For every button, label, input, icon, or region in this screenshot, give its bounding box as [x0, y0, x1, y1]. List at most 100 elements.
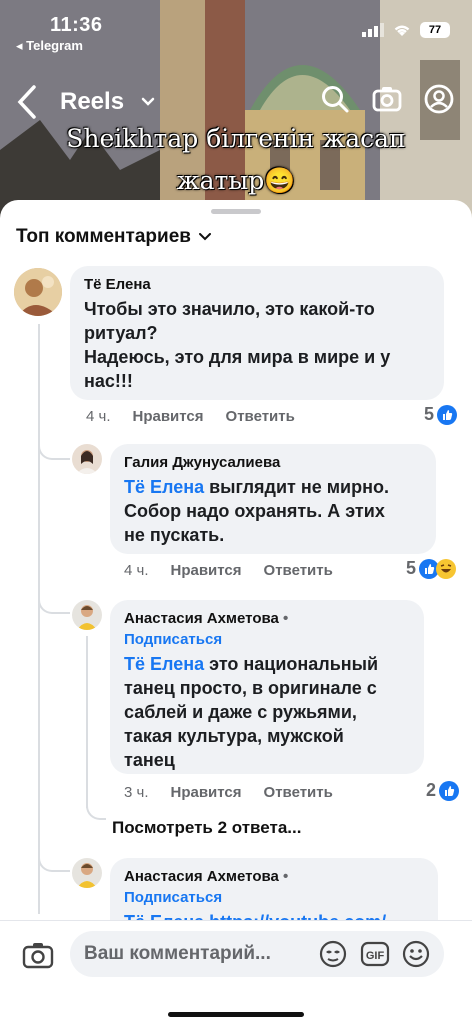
- comment-text: Тё Елена это национальный танец просто, …: [124, 652, 410, 772]
- comment-bubble[interactable]: Галия Джунусалиева Тё Елена выглядит не …: [110, 444, 436, 554]
- sort-comments-dropdown[interactable]: Топ комментариев: [16, 226, 211, 248]
- reel-caption-overlay: Sheikhтар білгенін жасап жатыр😄: [0, 118, 472, 202]
- reaction-count[interactable]: 5: [424, 404, 458, 425]
- reply-button[interactable]: Ответить: [264, 784, 333, 801]
- reaction-number: 5: [406, 558, 417, 578]
- comment-text-line: саблей и даже с ружьями,: [124, 702, 357, 722]
- like-button[interactable]: Нравится: [171, 562, 242, 579]
- thread-connector: [38, 590, 70, 614]
- comment-author[interactable]: Галия Джунусалиева: [124, 454, 422, 471]
- status-icons: 77: [362, 22, 450, 38]
- comment-text: Чтобы это значило, это какой-то ритуал? …: [84, 297, 430, 393]
- mention-link[interactable]: Тё Елена: [124, 654, 204, 674]
- comment-text-fragment: выглядит не мирно.: [204, 477, 389, 497]
- status-bar: 11:36 ◂ Telegram 77: [0, 0, 472, 56]
- thread-connector: [86, 800, 106, 820]
- camera-icon[interactable]: [22, 941, 54, 969]
- like-reaction-icon: [439, 780, 460, 801]
- comment-author[interactable]: Анастасия Ахметова •: [124, 610, 410, 627]
- comment-time: 4 ч.: [86, 408, 111, 425]
- follow-button[interactable]: Подписаться: [124, 631, 410, 648]
- mention-link[interactable]: Тё Елена: [124, 477, 204, 497]
- follow-button[interactable]: Подписаться: [124, 889, 424, 906]
- svg-text:GIF: GIF: [366, 950, 385, 962]
- comment-text-line: Тё Елена выглядит не мирно.: [124, 475, 422, 499]
- reply-button[interactable]: Ответить: [226, 408, 295, 425]
- comments-list: Тё Елена Чтобы это значило, это какой-то…: [0, 266, 472, 920]
- comment-text-line: танец: [124, 750, 175, 770]
- caption-line-1: Sheikhтар білгенін жасап: [66, 124, 406, 153]
- avatar[interactable]: [72, 600, 102, 630]
- haha-reaction-icon: [436, 558, 457, 579]
- sheet-title: Топ комментариев: [16, 226, 191, 247]
- chevron-down-icon: [198, 233, 211, 241]
- comment-bubble[interactable]: Анастасия Ахметова • Подписаться Тё Елен…: [110, 858, 438, 920]
- comment-actions: 4 ч. Нравится Ответить: [86, 408, 295, 425]
- emoji-icon[interactable]: [402, 940, 430, 968]
- input-actions: GIF: [318, 940, 430, 968]
- avatar-sticker-icon[interactable]: [318, 940, 348, 968]
- like-button[interactable]: Нравится: [171, 784, 242, 801]
- comment-actions: 3 ч. Нравится Ответить: [124, 784, 333, 801]
- reels-title[interactable]: Reels: [60, 88, 124, 116]
- sheet-grabber[interactable]: [211, 209, 261, 214]
- reaction-count[interactable]: 5: [406, 558, 457, 579]
- reply-button[interactable]: Ответить: [264, 562, 333, 579]
- comment-time: 4 ч.: [124, 562, 149, 579]
- search-icon[interactable]: [320, 84, 350, 114]
- chevron-down-icon[interactable]: [140, 88, 156, 116]
- comment-text-line: Собор надо охранять. А этих: [124, 501, 385, 521]
- comment-text-line: такая культура, мужской: [124, 726, 344, 746]
- comment-input[interactable]: [84, 931, 304, 977]
- comment-text-line: Тё Елена это национальный: [124, 652, 410, 676]
- separator-dot: •: [283, 610, 289, 627]
- wifi-icon: [394, 25, 410, 36]
- comment-text-line: не пускать.: [124, 525, 225, 545]
- thread-connector: [38, 848, 70, 872]
- view-replies-link[interactable]: Посмотреть 2 ответа...: [112, 818, 301, 838]
- avatar[interactable]: [72, 858, 102, 888]
- reaction-count[interactable]: 2: [426, 780, 460, 801]
- reaction-number: 2: [426, 780, 437, 800]
- comment-author-name[interactable]: Анастасия Ахметова: [124, 610, 279, 627]
- home-indicator[interactable]: [168, 1012, 304, 1017]
- avatar[interactable]: [14, 268, 62, 316]
- comment-time: 3 ч.: [124, 784, 149, 801]
- comment-author-name[interactable]: Анастасия Ахметова: [124, 868, 279, 885]
- reels-actions: [320, 84, 454, 114]
- comments-sheet: Топ комментариев Тё Елена Чтобы это знач…: [0, 200, 472, 1024]
- like-button[interactable]: Нравится: [133, 408, 204, 425]
- comment-author[interactable]: Тё Елена: [84, 276, 430, 293]
- comment-bubble[interactable]: Анастасия Ахметова • Подписаться Тё Елен…: [110, 600, 424, 774]
- profile-icon[interactable]: [424, 84, 454, 114]
- comment-text-line: танец просто, в оригинале с: [124, 678, 377, 698]
- comment-author[interactable]: Анастасия Ахметова •: [124, 868, 424, 885]
- comment-text: Тё Елена выглядит не мирно. Собор надо о…: [124, 475, 422, 547]
- thread-line: [38, 324, 40, 914]
- comment-text-line: Чтобы это значило, это какой-то: [84, 299, 375, 319]
- reaction-number: 5: [424, 404, 435, 424]
- clock: 11:36: [50, 14, 103, 36]
- like-reaction-icon: [437, 404, 458, 425]
- comment-bubble[interactable]: Тё Елена Чтобы это значило, это какой-то…: [70, 266, 444, 400]
- comment-text-line: Надеюсь, это для мира в мире и у: [84, 347, 391, 367]
- comment-input-pill: GIF: [70, 931, 444, 977]
- gif-icon[interactable]: GIF: [360, 940, 390, 968]
- comment-text-line: нас!!!: [84, 371, 133, 391]
- camera-icon[interactable]: [372, 84, 402, 114]
- caption-line-2: жатыр😄: [176, 166, 296, 195]
- back-to-telegram-link[interactable]: ◂ Telegram: [16, 38, 83, 54]
- reels-header: Reels: [0, 82, 472, 122]
- comment-text-line: ритуал?: [84, 323, 158, 343]
- avatar[interactable]: [72, 444, 102, 474]
- battery-indicator: 77: [420, 22, 450, 38]
- comment-text-fragment: это национальный: [204, 654, 379, 674]
- thread-line: [86, 636, 88, 808]
- separator-dot: •: [283, 868, 289, 885]
- comment-actions: 4 ч. Нравится Ответить: [124, 562, 333, 579]
- back-arrow-icon[interactable]: [16, 84, 38, 120]
- comment-link[interactable]: Тё Елена https://youtube.com/: [124, 910, 424, 920]
- thread-connector: [38, 436, 70, 460]
- comment-input-bar: GIF: [0, 920, 472, 1024]
- signal-icon: [362, 23, 384, 37]
